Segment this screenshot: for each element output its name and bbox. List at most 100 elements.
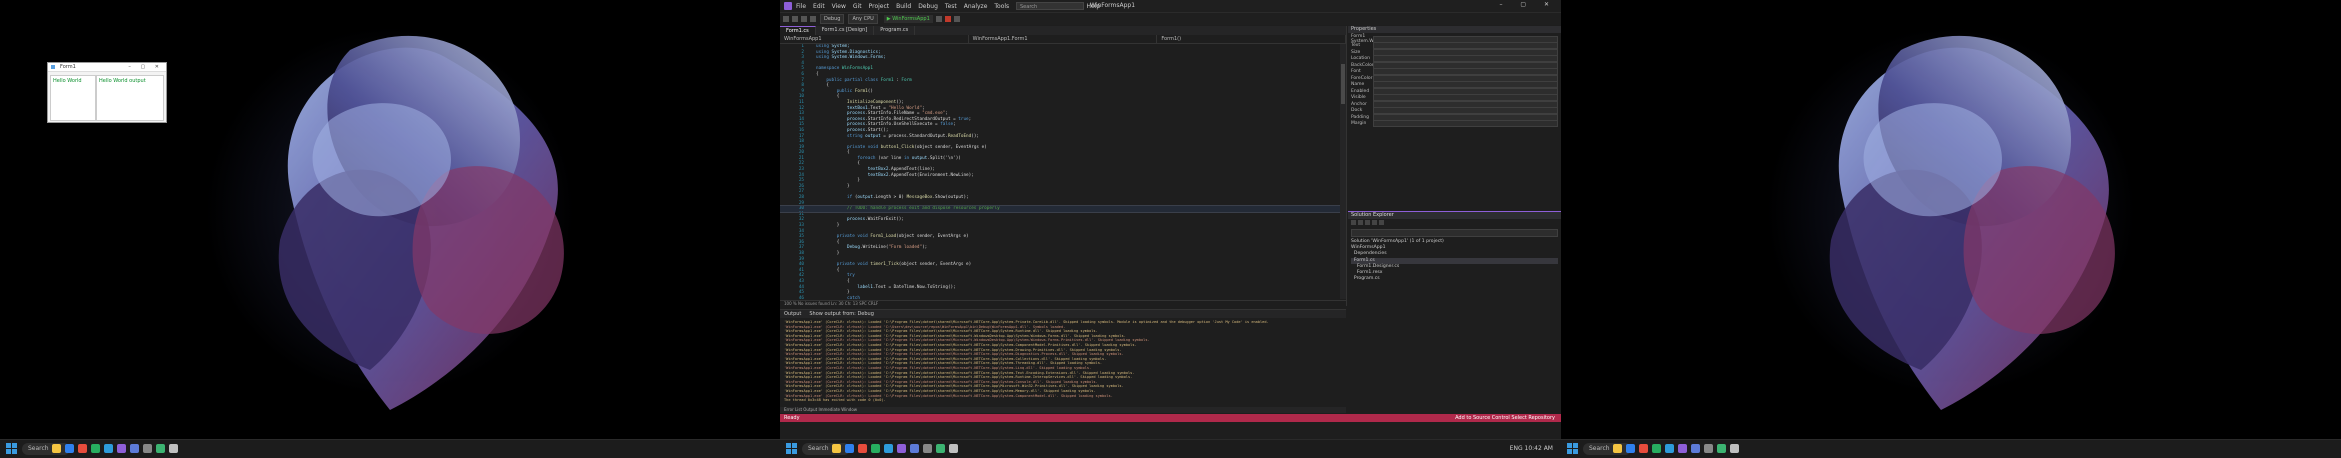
- mail-icon[interactable]: [1665, 444, 1674, 453]
- menu-item[interactable]: Tools: [994, 3, 1009, 10]
- store-icon[interactable]: [78, 444, 87, 453]
- restart-icon[interactable]: [953, 16, 960, 22]
- nav-dropdown[interactable]: WinFormsApp1.Form1: [969, 35, 1158, 43]
- output-text[interactable]: 'WinFormsApp1.exe' (CoreCLR: clrhost): L…: [780, 318, 1346, 410]
- window-controls[interactable]: – ▢ ✕: [128, 63, 163, 71]
- teams-icon[interactable]: [1691, 444, 1700, 453]
- taskbar: Search: [0, 439, 780, 458]
- menu-item[interactable]: File: [796, 3, 806, 10]
- terminal-icon[interactable]: [91, 444, 100, 453]
- menu-item[interactable]: Test: [945, 3, 957, 10]
- collapse-icon[interactable]: [1372, 220, 1377, 225]
- property-name: ForeColor: [1351, 75, 1373, 81]
- code-token: namespace: [816, 66, 842, 72]
- vs-search-input[interactable]: Search: [1016, 2, 1084, 10]
- document-tab[interactable]: Form1.cs: [780, 26, 816, 35]
- code-token: ;: [953, 122, 956, 128]
- app-icon-extra-2[interactable]: [169, 444, 178, 453]
- edge-icon[interactable]: [845, 444, 854, 453]
- start-debug-button[interactable]: ▶ WinFormsApp1: [883, 15, 933, 23]
- source-control-status[interactable]: Add to Source Control Select Repository: [1455, 414, 1555, 422]
- code-line-text: catch: [816, 296, 860, 299]
- settings-icon[interactable]: [143, 444, 152, 453]
- mail-icon[interactable]: [104, 444, 113, 453]
- app-icon-extra-2[interactable]: [1730, 444, 1739, 453]
- undo-icon[interactable]: [810, 16, 816, 22]
- settings-icon[interactable]: [923, 444, 932, 453]
- app-icon-extra[interactable]: [156, 444, 165, 453]
- edge-icon[interactable]: [1626, 444, 1635, 453]
- file-explorer-icon[interactable]: [52, 444, 61, 453]
- center-monitor: File Edit View Git Project Build Debug Test Anal…: [780, 0, 1561, 458]
- file-explorer-icon[interactable]: [832, 444, 841, 453]
- menu-item[interactable]: Analyze: [964, 3, 988, 10]
- code-token: in: [903, 155, 912, 161]
- app-icon-extra[interactable]: [936, 444, 945, 453]
- terminal-icon[interactable]: [871, 444, 880, 453]
- tree-item[interactable]: Program.cs: [1351, 276, 1558, 282]
- sync-icon[interactable]: [1358, 220, 1363, 225]
- system-tray[interactable]: ENG 10:42 AM: [1510, 445, 1553, 452]
- store-icon[interactable]: [1639, 444, 1648, 453]
- store-icon[interactable]: [858, 444, 867, 453]
- run-label: WinFormsApp1: [892, 16, 930, 22]
- code-token: using: [816, 49, 832, 55]
- filter-icon[interactable]: [1379, 220, 1384, 225]
- bottom-tool-tabs[interactable]: Error List Output Immediate Window: [780, 407, 1346, 413]
- refresh-icon[interactable]: [1365, 220, 1370, 225]
- property-value[interactable]: [1373, 120, 1558, 128]
- property-row[interactable]: Margin: [1351, 120, 1558, 128]
- properties-grid[interactable]: Form1 System.Windows.Forms.FormTextSizeL…: [1348, 33, 1561, 211]
- editor-scrollbar[interactable]: [1340, 44, 1346, 299]
- code-token: }: [816, 290, 850, 296]
- save-icon[interactable]: [801, 16, 807, 22]
- textbox1[interactable]: Hello World: [50, 75, 96, 121]
- file-explorer-icon[interactable]: [1613, 444, 1622, 453]
- forward-icon[interactable]: [792, 16, 798, 22]
- config-dropdown[interactable]: Debug: [820, 14, 845, 24]
- textbox2[interactable]: Hello World output: [96, 75, 164, 121]
- start-button[interactable]: [786, 443, 797, 454]
- document-tab[interactable]: Form1.cs [Design]: [816, 26, 875, 35]
- back-icon[interactable]: [783, 16, 789, 22]
- code-token: System.Diagnostics;: [831, 49, 881, 55]
- teams-icon[interactable]: [910, 444, 919, 453]
- stop-icon[interactable]: [944, 16, 951, 22]
- menu-item[interactable]: Edit: [813, 3, 825, 10]
- code-token: {: [816, 94, 840, 100]
- start-button[interactable]: [6, 443, 17, 454]
- edge-icon[interactable]: [65, 444, 74, 453]
- menu-item[interactable]: View: [832, 3, 846, 10]
- vs-toolbar: Debug Any CPU ▶ WinFormsApp1: [780, 12, 1561, 25]
- code-line-text: }: [816, 223, 840, 229]
- document-tab[interactable]: Program.cs: [874, 26, 916, 35]
- output-source-dropdown[interactable]: Show output from: Debug: [809, 310, 874, 318]
- pause-icon[interactable]: [935, 16, 942, 22]
- nav-dropdown[interactable]: WinFormsApp1: [780, 35, 969, 43]
- mail-icon[interactable]: [884, 444, 893, 453]
- solution-search-input[interactable]: [1351, 229, 1558, 237]
- visual-studio-icon[interactable]: [117, 444, 126, 453]
- code-token: {: [816, 83, 829, 89]
- home-icon[interactable]: [1351, 220, 1356, 225]
- visual-studio-icon[interactable]: [1678, 444, 1687, 453]
- menu-item[interactable]: Build: [896, 3, 911, 10]
- app-icon-extra[interactable]: [1717, 444, 1726, 453]
- menu-item[interactable]: Debug: [918, 3, 938, 10]
- menu-item[interactable]: Project: [869, 3, 890, 10]
- form1-window[interactable]: Form1 – ▢ ✕ Hello World Hello World outp…: [47, 62, 167, 123]
- app-icon-extra-2[interactable]: [949, 444, 958, 453]
- code-text[interactable]: 1 using System; 2 using System.Diagnostics;…: [780, 44, 1340, 299]
- start-button[interactable]: [1567, 443, 1578, 454]
- window-controls[interactable]: – ▢ ✕: [1499, 1, 1557, 8]
- code-token: Form1_Load: [870, 234, 897, 240]
- terminal-icon[interactable]: [1652, 444, 1661, 453]
- settings-icon[interactable]: [1704, 444, 1713, 453]
- solution-tree[interactable]: Solution 'WinFormsApp1' (1 of 1 project)…: [1348, 237, 1561, 284]
- visual-studio-icon[interactable]: [897, 444, 906, 453]
- menu-item[interactable]: Git: [853, 3, 862, 10]
- nav-dropdown[interactable]: Form1(): [1157, 35, 1347, 43]
- form1-titlebar[interactable]: Form1 – ▢ ✕: [48, 63, 166, 72]
- teams-icon[interactable]: [130, 444, 139, 453]
- platform-dropdown[interactable]: Any CPU: [848, 14, 878, 24]
